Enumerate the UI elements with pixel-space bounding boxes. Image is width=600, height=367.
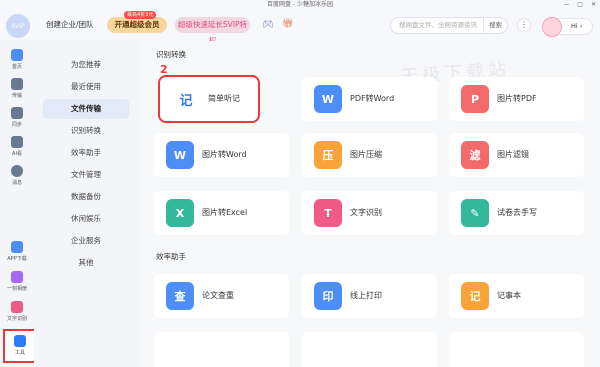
tool-card-label: 论文查重 [202, 291, 234, 300]
pdf-to-word-icon: W [314, 85, 342, 113]
tool-card-image-to-pdf[interactable]: P 图片转PDF [449, 77, 584, 121]
tool-card-image-to-excel[interactable]: X 图片转Excel [154, 191, 289, 235]
tool-card-label: 文字识别 [350, 208, 382, 217]
tool-card-label: 图片转PDF [497, 94, 537, 103]
nav-item-file-transfer[interactable]: 文件传输 [43, 99, 129, 119]
transfer-icon [11, 78, 23, 90]
printer-icon: 印 [314, 282, 342, 310]
image-filter-icon: 滤 [461, 141, 489, 169]
window-controls: — □ ✕ [563, 0, 596, 9]
text-recognition-icon: T [314, 199, 342, 227]
tool-card-label: 试卷去手写 [497, 208, 537, 217]
search-placeholder: 搜网盘文件、全网资源资讯 [399, 21, 477, 29]
minimize-button[interactable]: — [563, 0, 569, 9]
category-nav: 为您推荐 最近使用 文件传输 识别转换 效率助手 文件管理 数据备份 休闲娱乐 … [34, 41, 137, 367]
nav-item-recent[interactable]: 最近使用 [43, 77, 129, 97]
annotation-marker-2: 2 [160, 63, 168, 76]
rail-item-sync[interactable]: 同步 [0, 107, 34, 128]
tool-card-simple-notes[interactable]: 记 简单听记 [158, 75, 260, 123]
sync-icon [11, 107, 23, 119]
create-org-button[interactable]: 创建企业/团队 [46, 17, 94, 33]
maximize-button[interactable]: □ [577, 0, 583, 9]
more-menu-icon[interactable]: ⋮ [517, 18, 531, 32]
user-greeting: Hi › [571, 22, 583, 30]
nav-item-backup[interactable]: 数据备份 [43, 187, 129, 207]
tool-card-online-print[interactable]: 印 线上打印 [302, 274, 437, 318]
tool-card-image-compress[interactable]: 压 图片压缩 [302, 133, 437, 177]
tool-card-label: 图片转Excel [202, 208, 248, 217]
nav-item-efficiency[interactable]: 效率助手 [43, 143, 129, 163]
image-to-word-icon: W [166, 141, 194, 169]
ai-icon [11, 136, 23, 148]
svip-promo-button[interactable]: 超级快速延长SVIP特权 [175, 17, 250, 45]
nav-item-recommend[interactable]: 为您推荐 [43, 55, 129, 75]
rail-item-app-download[interactable]: APP下载 [0, 241, 34, 262]
tool-card-label: 图片压缩 [350, 150, 382, 159]
home-icon [11, 49, 23, 61]
gift-icon[interactable]: 🎁︎ [282, 19, 293, 29]
user-menu[interactable]: Hi › [542, 17, 593, 37]
plagiarism-check-icon: 查 [166, 282, 194, 310]
tools-main: 天极下载站 识别转换 2 记 简单听记 W PDF转Word P 图片转PDF … [140, 41, 600, 367]
eraser-icon: ✎ [461, 199, 489, 227]
tool-card-image-filter[interactable]: 滤 图片滤镜 [449, 133, 584, 177]
notepad-icon: 记 [461, 282, 489, 310]
rail-item-ai[interactable]: AI看 [0, 136, 34, 157]
nav-item-leisure[interactable]: 休闲娱乐 [43, 209, 129, 229]
close-button[interactable]: ✕ [591, 0, 596, 9]
tool-card-partial-2[interactable] [302, 332, 437, 367]
tool-card-label: 简单听记 [208, 94, 240, 103]
nav-item-recognition[interactable]: 识别转换 [43, 121, 129, 141]
tool-card-pdf-to-word[interactable]: W PDF转Word [302, 77, 437, 121]
search-button[interactable]: 搜索 [483, 18, 507, 33]
tool-card-label: 记事本 [497, 291, 521, 300]
rail-item-messages[interactable]: 消息 [0, 165, 34, 186]
image-to-excel-icon: X [166, 199, 194, 227]
tool-card-label: 图片转Word [202, 150, 247, 159]
tool-card-label: 线上打印 [350, 291, 382, 300]
tool-card-remove-handwriting[interactable]: ✎ 试卷去手写 [449, 191, 584, 235]
messages-icon [11, 165, 23, 177]
section-title-recognition: 识别转换 [156, 50, 186, 59]
tool-card-notepad[interactable]: 记 记事本 [449, 274, 584, 318]
top-bar: SVIP 创建企业/团队 开通超级会员 最高4折3元 超级快速延长SVIP特权 … [0, 9, 600, 45]
tools-grid-icon [14, 335, 26, 347]
vip-discount-badge: 最高4折3元 [124, 11, 157, 19]
simple-notes-icon: 记 [172, 85, 200, 113]
window-title: 百度网盘 - 少糖加冰乐园 [267, 1, 333, 8]
tool-card-plagiarism-check[interactable]: 查 论文查重 [154, 274, 289, 318]
tool-card-text-recognition[interactable]: T 文字识别 [302, 191, 437, 235]
title-bar: 百度网盘 - 少糖加冰乐园 — □ ✕ [0, 0, 600, 9]
nav-item-other[interactable]: 其他 [43, 253, 129, 273]
section-title-efficiency: 效率助手 [156, 252, 186, 261]
open-vip-button[interactable]: 开通超级会员 [107, 17, 167, 33]
phone-icon [11, 241, 23, 253]
tool-card-partial-3[interactable] [449, 332, 584, 367]
image-compress-icon: 压 [314, 141, 342, 169]
nav-item-enterprise[interactable]: 企业服务 [43, 231, 129, 251]
app-window: 百度网盘 - 少糖加冰乐园 — □ ✕ SVIP 创建企业/团队 开通超级会员 … [0, 0, 600, 367]
icon-rail: 首页 传输 同步 AI看 消息 APP下载 一刻相册 文字识别 1 工具 [0, 41, 45, 367]
rail-item-album[interactable]: 一刻相册 [0, 271, 34, 292]
nav-item-file-manage[interactable]: 文件管理 [43, 165, 129, 185]
image-to-pdf-icon: P [461, 85, 489, 113]
tool-card-label: 图片滤镜 [497, 150, 529, 159]
rail-item-transfer[interactable]: 传输 [0, 78, 34, 99]
rail-item-home[interactable]: 首页 [0, 49, 34, 70]
tool-card-label: PDF转Word [350, 94, 395, 103]
logo-text: SVIP [11, 22, 25, 30]
avatar-logo[interactable]: SVIP [6, 14, 30, 38]
rail-item-ocr[interactable]: 文字识别 [0, 301, 34, 322]
tool-card-image-to-word[interactable]: W 图片转Word [154, 133, 289, 177]
gamepad-icon[interactable]: 🎮︎ [262, 20, 273, 30]
album-icon [11, 271, 23, 283]
user-avatar [542, 17, 562, 37]
tool-card-partial-1[interactable] [154, 332, 289, 367]
ocr-icon [11, 301, 23, 313]
rail-item-tools[interactable]: 工具 [3, 329, 37, 363]
